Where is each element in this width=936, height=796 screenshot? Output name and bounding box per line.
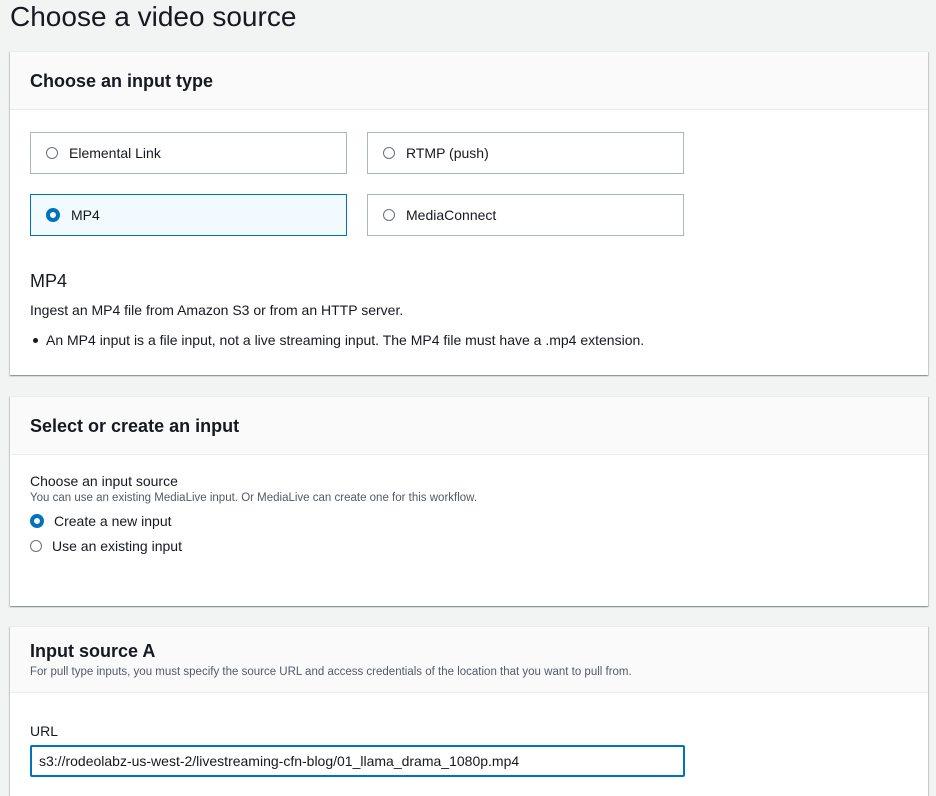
input-type-option-label: MediaConnect: [406, 207, 497, 223]
input-type-option-mediaconnect[interactable]: MediaConnect: [367, 194, 684, 236]
radio-create-new-input[interactable]: Create a new input: [30, 513, 172, 529]
input-source-a-panel-title: Input source A: [30, 641, 156, 661]
input-type-option-label: RTMP (push): [406, 145, 489, 161]
bullet-icon: [33, 337, 38, 343]
select-input-panel-title: Select or create an input: [30, 415, 240, 436]
radio-checked-icon[interactable]: [46, 208, 60, 222]
input-type-description-text: Ingest an MP4 file from Amazon S3 or fro…: [30, 302, 404, 318]
input-type-option-label: Elemental Link: [69, 145, 161, 161]
radio-unchecked-icon[interactable]: [383, 147, 395, 159]
input-source-field-label: Choose an input source: [30, 473, 178, 489]
input-type-panel-header: Choose an input type: [10, 52, 928, 110]
radio-use-existing-input[interactable]: Use an existing input: [30, 538, 182, 554]
radio-checked-icon[interactable]: [30, 514, 44, 528]
radio-label: Use an existing input: [52, 538, 182, 554]
input-type-option-label: MP4: [71, 207, 100, 223]
bullet-text: An MP4 input is a file input, not a live…: [46, 332, 645, 348]
radio-unchecked-icon[interactable]: [46, 147, 58, 159]
input-type-panel: Choose an input type Elemental Link RTMP…: [10, 51, 928, 375]
input-type-panel-title: Choose an input type: [30, 70, 214, 91]
select-input-panel-header: Select or create an input: [10, 397, 928, 455]
radio-label: Create a new input: [54, 513, 172, 529]
input-type-description-title: MP4: [30, 271, 68, 291]
input-type-option-elemental-link[interactable]: Elemental Link: [30, 132, 347, 174]
input-source-field-description: You can use an existing MediaLive input.…: [30, 492, 478, 504]
input-source-a-panel-subtitle: For pull type inputs, you must specify t…: [30, 666, 632, 678]
input-type-option-rtmp-push[interactable]: RTMP (push): [367, 132, 684, 174]
input-type-option-mp4[interactable]: MP4: [30, 194, 347, 236]
url-field-label: URL: [30, 723, 59, 739]
page-title: Choose a video source: [10, 1, 297, 32]
radio-unchecked-icon[interactable]: [30, 540, 42, 552]
input-source-a-panel: Input source A For pull type inputs, you…: [10, 626, 928, 796]
input-type-description-bullet: An MP4 input is a file input, not a live…: [30, 332, 644, 348]
radio-unchecked-icon[interactable]: [383, 209, 395, 221]
input-source-a-panel-header: Input source A For pull type inputs, you…: [10, 627, 928, 693]
select-input-panel: Select or create an input Choose an inpu…: [10, 396, 928, 606]
url-input[interactable]: [30, 745, 685, 777]
